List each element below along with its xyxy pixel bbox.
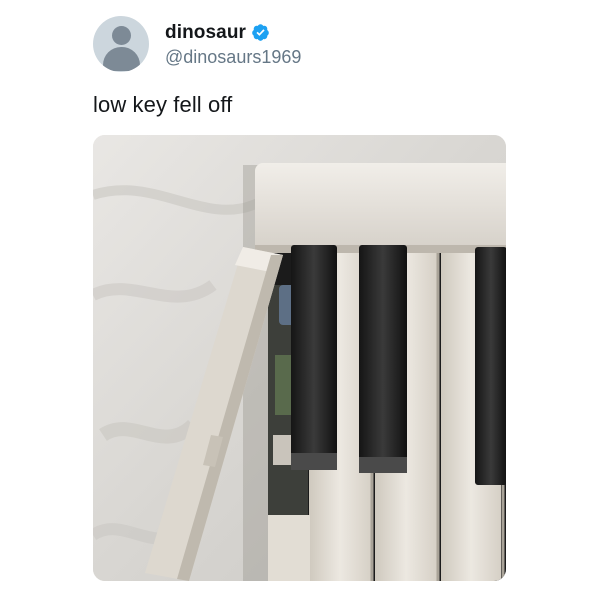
- author-names: dinosaur @dinosaurs1969: [165, 21, 301, 68]
- tweet-media-photo[interactable]: [93, 135, 506, 581]
- handle[interactable]: @dinosaurs1969: [165, 47, 301, 68]
- tweet-header: dinosaur @dinosaurs1969: [93, 15, 301, 73]
- avatar-head: [112, 26, 131, 45]
- avatar-shoulders: [103, 47, 140, 71]
- black-key: [359, 245, 407, 473]
- keyboard-case: [255, 163, 506, 255]
- display-name[interactable]: dinosaur: [165, 22, 246, 44]
- black-key: [475, 247, 506, 485]
- tweet-text: low key fell off: [93, 92, 233, 117]
- avatar[interactable]: [93, 16, 149, 72]
- verified-badge-icon: [252, 24, 269, 41]
- black-key: [291, 245, 337, 470]
- display-name-row: dinosaur: [165, 21, 301, 45]
- piano-photo: [93, 135, 506, 581]
